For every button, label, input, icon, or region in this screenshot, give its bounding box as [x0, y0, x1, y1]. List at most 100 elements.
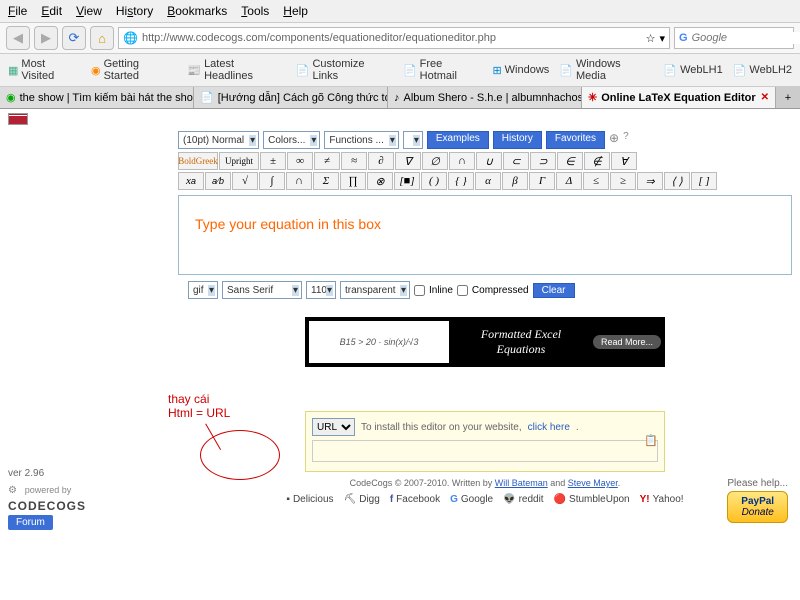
sym-btn[interactable]: ≥ — [610, 172, 636, 190]
sym-btn[interactable]: Γ — [529, 172, 555, 190]
embed-output[interactable] — [312, 440, 658, 462]
social-stumble[interactable]: 🔴StumbleUpon — [554, 494, 630, 505]
sym-btn[interactable]: ≈ — [341, 152, 367, 170]
menu-file[interactable]: File — [8, 4, 27, 18]
equation-input[interactable]: Type your equation in this box — [178, 195, 792, 275]
social-yahoo[interactable]: Y!Yahoo! — [640, 494, 684, 505]
tab-4-active[interactable]: ✳Online LaTeX Equation Editor✕ — [582, 87, 776, 108]
favorites-tab[interactable]: Favorites — [546, 131, 605, 149]
menu-edit[interactable]: Edit — [41, 4, 62, 18]
reload-button[interactable]: ⟳ — [62, 26, 86, 50]
bookmark-getting-started[interactable]: ◉Getting Started — [91, 58, 177, 82]
sym-btn[interactable]: ∩ — [449, 152, 475, 170]
sym-btn[interactable]: ∀ — [611, 152, 637, 170]
sym-btn[interactable]: ∇ — [395, 152, 421, 170]
forum-button[interactable]: Forum — [8, 515, 53, 530]
size-select[interactable]: (10pt) Normal — [178, 131, 259, 149]
sym-btn[interactable]: ∩ — [286, 172, 312, 190]
add-icon[interactable]: ⊕ — [609, 131, 619, 149]
sym-btn[interactable]: ⊗ — [367, 172, 393, 190]
upright-btn[interactable]: Upright — [219, 152, 259, 170]
boldgreek-btn[interactable]: BoldGreek — [178, 152, 218, 170]
click-here-link[interactable]: click here — [528, 422, 570, 433]
sym-btn[interactable]: ⊃ — [530, 152, 556, 170]
clear-button[interactable]: Clear — [533, 283, 575, 298]
embed-format-select[interactable]: URL — [312, 418, 355, 436]
sym-btn[interactable]: ± — [260, 152, 286, 170]
bookmark-hotmail[interactable]: 📄Free Hotmail — [403, 58, 482, 82]
url-bar[interactable]: 🌐 ☆ ▾ — [118, 27, 670, 49]
sym-btn[interactable]: √ — [232, 172, 258, 190]
sym-btn[interactable]: β — [502, 172, 528, 190]
social-facebook[interactable]: fFacebook — [390, 494, 440, 505]
sym-btn[interactable]: ∈ — [557, 152, 583, 170]
ad-readmore-button[interactable]: Read More... — [593, 335, 661, 349]
bookmark-latest-headlines[interactable]: 📰Latest Headlines — [187, 58, 285, 82]
sym-btn[interactable]: ⇒ — [637, 172, 663, 190]
social-google[interactable]: GGoogle — [450, 494, 493, 505]
menu-tools[interactable]: Tools — [241, 4, 269, 18]
back-button[interactable]: ◀ — [6, 26, 30, 50]
home-button[interactable]: ⌂ — [90, 26, 114, 50]
sym-btn[interactable]: ≠ — [314, 152, 340, 170]
copy-icon[interactable]: 📋 — [644, 434, 658, 447]
bookmark-weblh2[interactable]: 📄WebLH2 — [733, 64, 792, 77]
sym-btn[interactable]: Σ — [313, 172, 339, 190]
sym-btn[interactable]: ∉ — [584, 152, 610, 170]
codecogs-logo[interactable]: CODECOGS — [8, 499, 86, 513]
bookmark-most-visited[interactable]: ▦Most Visited — [8, 58, 81, 82]
menu-history[interactable]: History — [116, 4, 153, 18]
sym-btn[interactable]: ∅ — [422, 152, 448, 170]
sym-btn[interactable]: ⟨ ⟩ — [664, 172, 690, 190]
sym-btn[interactable]: ∫ — [259, 172, 285, 190]
url-input[interactable] — [142, 32, 642, 44]
sym-btn[interactable]: [ ] — [691, 172, 717, 190]
functions-select[interactable]: Functions ... — [324, 131, 398, 149]
more-select[interactable] — [403, 131, 423, 149]
dpi-select[interactable]: 110 — [306, 281, 336, 299]
colors-select[interactable]: Colors... — [263, 131, 320, 149]
bookmark-star-icon[interactable]: ☆ — [646, 32, 656, 45]
ad-banner[interactable]: B15 > 20 · sin(x)/√3 Formatted Excel Equ… — [305, 317, 665, 367]
social-delicious[interactable]: ▪Delicious — [286, 494, 333, 505]
sym-btn[interactable]: ∂ — [368, 152, 394, 170]
forward-button[interactable]: ▶ — [34, 26, 58, 50]
bg-select[interactable]: transparent — [340, 281, 410, 299]
inline-checkbox[interactable] — [414, 285, 425, 296]
search-input[interactable] — [692, 32, 800, 44]
menu-help[interactable]: Help — [283, 4, 308, 18]
bookmark-windows[interactable]: ⊞Windows — [492, 64, 549, 77]
tab-2[interactable]: 📄[Hướng dẫn] Cách gõ Công thức toán... — [194, 87, 388, 108]
sym-btn[interactable]: ∞ — [287, 152, 313, 170]
help-icon[interactable]: ? — [623, 131, 629, 149]
sym-btn[interactable]: ⊂ — [503, 152, 529, 170]
search-box[interactable]: G — [674, 27, 794, 49]
menu-view[interactable]: View — [76, 4, 102, 18]
tab-1[interactable]: ◉the show | Tìm kiếm bài hát the show — [0, 87, 194, 108]
close-icon[interactable]: ✕ — [761, 92, 769, 103]
author2-link[interactable]: Steve Mayer — [568, 478, 618, 488]
bookmark-customize[interactable]: 📄Customize Links — [296, 58, 393, 82]
menu-bookmarks[interactable]: Bookmarks — [167, 4, 227, 18]
author1-link[interactable]: Will Bateman — [495, 478, 548, 488]
sym-btn[interactable]: ∪ — [476, 152, 502, 170]
sym-btn[interactable]: [■] — [394, 172, 420, 190]
compressed-checkbox[interactable] — [457, 285, 468, 296]
sym-btn[interactable]: ≤ — [583, 172, 609, 190]
dropdown-icon[interactable]: ▾ — [659, 32, 665, 45]
social-reddit[interactable]: 👽reddit — [503, 494, 543, 505]
bookmark-weblh1[interactable]: 📄WebLH1 — [663, 64, 722, 77]
sym-btn[interactable]: α — [475, 172, 501, 190]
sym-btn[interactable]: ∏ — [340, 172, 366, 190]
format-select[interactable]: gif — [188, 281, 218, 299]
tab-3[interactable]: ♪Album Shero - S.h.e | albumnhachos... — [388, 87, 582, 108]
sym-btn[interactable]: xa — [178, 172, 204, 190]
new-tab-button[interactable]: + — [776, 87, 800, 108]
history-tab[interactable]: History — [493, 131, 542, 149]
sym-btn[interactable]: ( ) — [421, 172, 447, 190]
sym-btn[interactable]: { } — [448, 172, 474, 190]
examples-tab[interactable]: Examples — [427, 131, 489, 149]
sym-btn[interactable]: a⁄b — [205, 172, 231, 190]
bookmark-windows-media[interactable]: 📄Windows Media — [559, 58, 653, 82]
font-select[interactable]: Sans Serif — [222, 281, 302, 299]
